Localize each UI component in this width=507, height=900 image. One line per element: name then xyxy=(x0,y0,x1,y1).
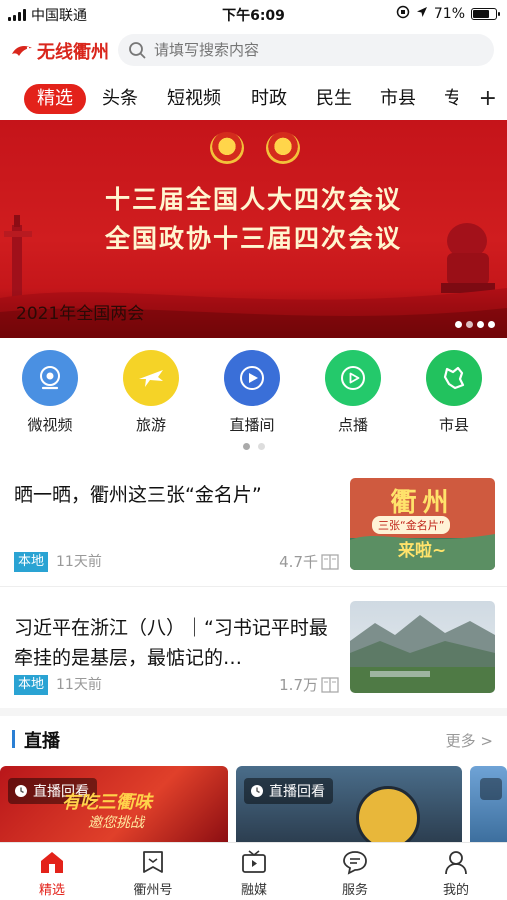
nav-label: 服务 xyxy=(341,883,368,898)
national-emblem-icon xyxy=(210,132,244,164)
nav-profile[interactable]: 我的 xyxy=(416,847,496,898)
thumb-title: 衢州 xyxy=(390,488,455,518)
search-bar[interactable] xyxy=(118,34,494,66)
publish-time: 11天前 xyxy=(56,677,102,693)
webcam-icon xyxy=(40,366,60,390)
user-icon xyxy=(445,851,467,875)
news-item[interactable]: 习近平在浙江（八）｜“习书记平时最牵挂的是基层，最惦记的… 本地 11天前 1.… xyxy=(0,601,507,701)
plane-icon xyxy=(139,370,163,387)
play-circle-icon xyxy=(341,366,365,390)
publish-time: 11天前 xyxy=(56,554,102,570)
banner-caption: 2021年全国两会 xyxy=(16,304,145,324)
quick-nav: 微视频 旅游 直播间 点播 市县 xyxy=(0,350,507,440)
play-icon xyxy=(240,366,264,390)
quick-item-label: 旅游 xyxy=(135,416,166,434)
section-title: 直播 xyxy=(24,731,60,752)
tv-icon xyxy=(242,850,266,873)
read-count: 1.7万 xyxy=(279,675,339,695)
cppcc-emblem-icon xyxy=(266,132,300,164)
section-divider xyxy=(0,708,507,716)
tab-livelihood[interactable]: 民生 xyxy=(316,84,352,114)
battery-level xyxy=(473,10,489,18)
quick-item-label: 点播 xyxy=(337,416,368,434)
read-count: 4.7千 xyxy=(279,552,339,572)
quick-item-live-room[interactable]: 直播间 xyxy=(212,350,292,435)
more-link[interactable]: 更多 > xyxy=(446,730,493,751)
add-tab-button[interactable]: + xyxy=(479,84,497,114)
news-item[interactable]: 晒一晒，衢州这三张“金名片” 衢州 三张“金名片” 来啦~ 本地 11天前 4.… xyxy=(0,478,507,586)
location-icon xyxy=(416,6,428,22)
divider xyxy=(0,586,507,587)
book-icon xyxy=(321,554,339,570)
quick-nav-pagination xyxy=(0,443,507,450)
hero-banner[interactable]: 十三届全国人大四次会议 全国政协十三届四次会议 2021年全国两会 xyxy=(0,120,507,338)
card-logo-icon xyxy=(356,786,420,842)
tab-partial[interactable]: 专 xyxy=(444,84,458,114)
nav-quzhou-account[interactable]: 衢州号 xyxy=(113,847,193,898)
live-card-partial[interactable] xyxy=(470,766,507,842)
app-header: 无线衢州 xyxy=(0,30,507,70)
news-thumbnail xyxy=(350,601,495,693)
replay-badge: 直播回看 xyxy=(244,778,333,804)
news-title: 晒一晒，衢州这三张“金名片” xyxy=(14,484,262,506)
tab-headlines[interactable]: 头条 xyxy=(102,84,138,114)
live-section-header: 直播 更多 > xyxy=(0,726,507,754)
source-tag: 本地 xyxy=(14,675,49,695)
thumb-tail: 来啦~ xyxy=(398,541,447,561)
nav-featured[interactable]: 精选 xyxy=(12,847,92,898)
quick-item-label: 直播间 xyxy=(229,416,275,434)
card-overlay-text: 有吃三衢味 xyxy=(62,792,152,813)
live-card[interactable]: 直播回看 xyxy=(236,766,462,842)
read-count-value: 1.7万 xyxy=(279,676,318,694)
tab-short-video[interactable]: 短视频 xyxy=(167,84,221,114)
thumb-subtitle: 三张“金名片” xyxy=(372,516,451,534)
book-icon xyxy=(321,677,339,693)
nav-media[interactable]: 融媒 xyxy=(214,847,294,898)
news-thumbnail: 衢州 三张“金名片” 来啦~ xyxy=(350,478,495,570)
banner-line-2: 全国政协十三届四次会议 xyxy=(104,224,402,253)
quick-item-travel[interactable]: 旅游 xyxy=(111,350,191,435)
app-logo[interactable]: 无线衢州 xyxy=(10,38,109,64)
clock-icon xyxy=(251,785,263,797)
quick-item-vod[interactable]: 点播 xyxy=(313,350,393,435)
category-tabs: 精选 头条 短视频 时政 民生 市县 专 + xyxy=(0,80,507,116)
home-icon xyxy=(41,852,63,873)
nav-label: 融媒 xyxy=(240,883,267,898)
bookmark-icon xyxy=(143,851,163,873)
card-overlay-text-2: 邀您挑战 xyxy=(88,815,144,831)
read-count-value: 4.7千 xyxy=(279,553,318,571)
quick-item-counties[interactable]: 市县 xyxy=(414,350,494,435)
tab-featured[interactable]: 精选 xyxy=(24,84,86,114)
nav-services[interactable]: 服务 xyxy=(315,847,395,898)
nav-label: 衢州号 xyxy=(133,883,173,898)
battery-icon xyxy=(471,8,500,20)
news-title: 习近平在浙江（八）｜“习书记平时最牵挂的是基层，最惦记的… xyxy=(14,617,328,669)
search-input[interactable] xyxy=(154,41,454,59)
banner-line-1: 十三届全国人大四次会议 xyxy=(104,185,402,214)
banner-pagination xyxy=(455,321,495,328)
status-bar: 中国联通 下午6:09 71% xyxy=(0,0,507,28)
tab-counties[interactable]: 市县 xyxy=(380,84,416,114)
battery-percent: 71% xyxy=(433,6,465,22)
map-icon xyxy=(443,366,465,390)
tab-politics[interactable]: 时政 xyxy=(251,84,287,114)
live-card[interactable]: 直播回看 有吃三衢味 邀您挑战 xyxy=(0,766,228,842)
bottom-nav: 精选 衢州号 融媒 服务 我的 xyxy=(0,842,507,900)
quick-item-label: 市县 xyxy=(438,416,469,434)
logo-text: 无线衢州 xyxy=(37,42,109,63)
nav-label: 精选 xyxy=(38,883,65,898)
chat-icon xyxy=(343,851,367,875)
source-tag: 本地 xyxy=(14,552,49,572)
quick-item-micro-video[interactable]: 微视频 xyxy=(10,350,90,435)
clock-icon xyxy=(15,785,27,797)
nav-label: 我的 xyxy=(442,883,469,898)
orientation-lock-icon xyxy=(396,5,410,23)
quick-item-label: 微视频 xyxy=(27,416,73,434)
logo-bird-icon xyxy=(12,46,32,56)
search-icon xyxy=(129,42,146,59)
